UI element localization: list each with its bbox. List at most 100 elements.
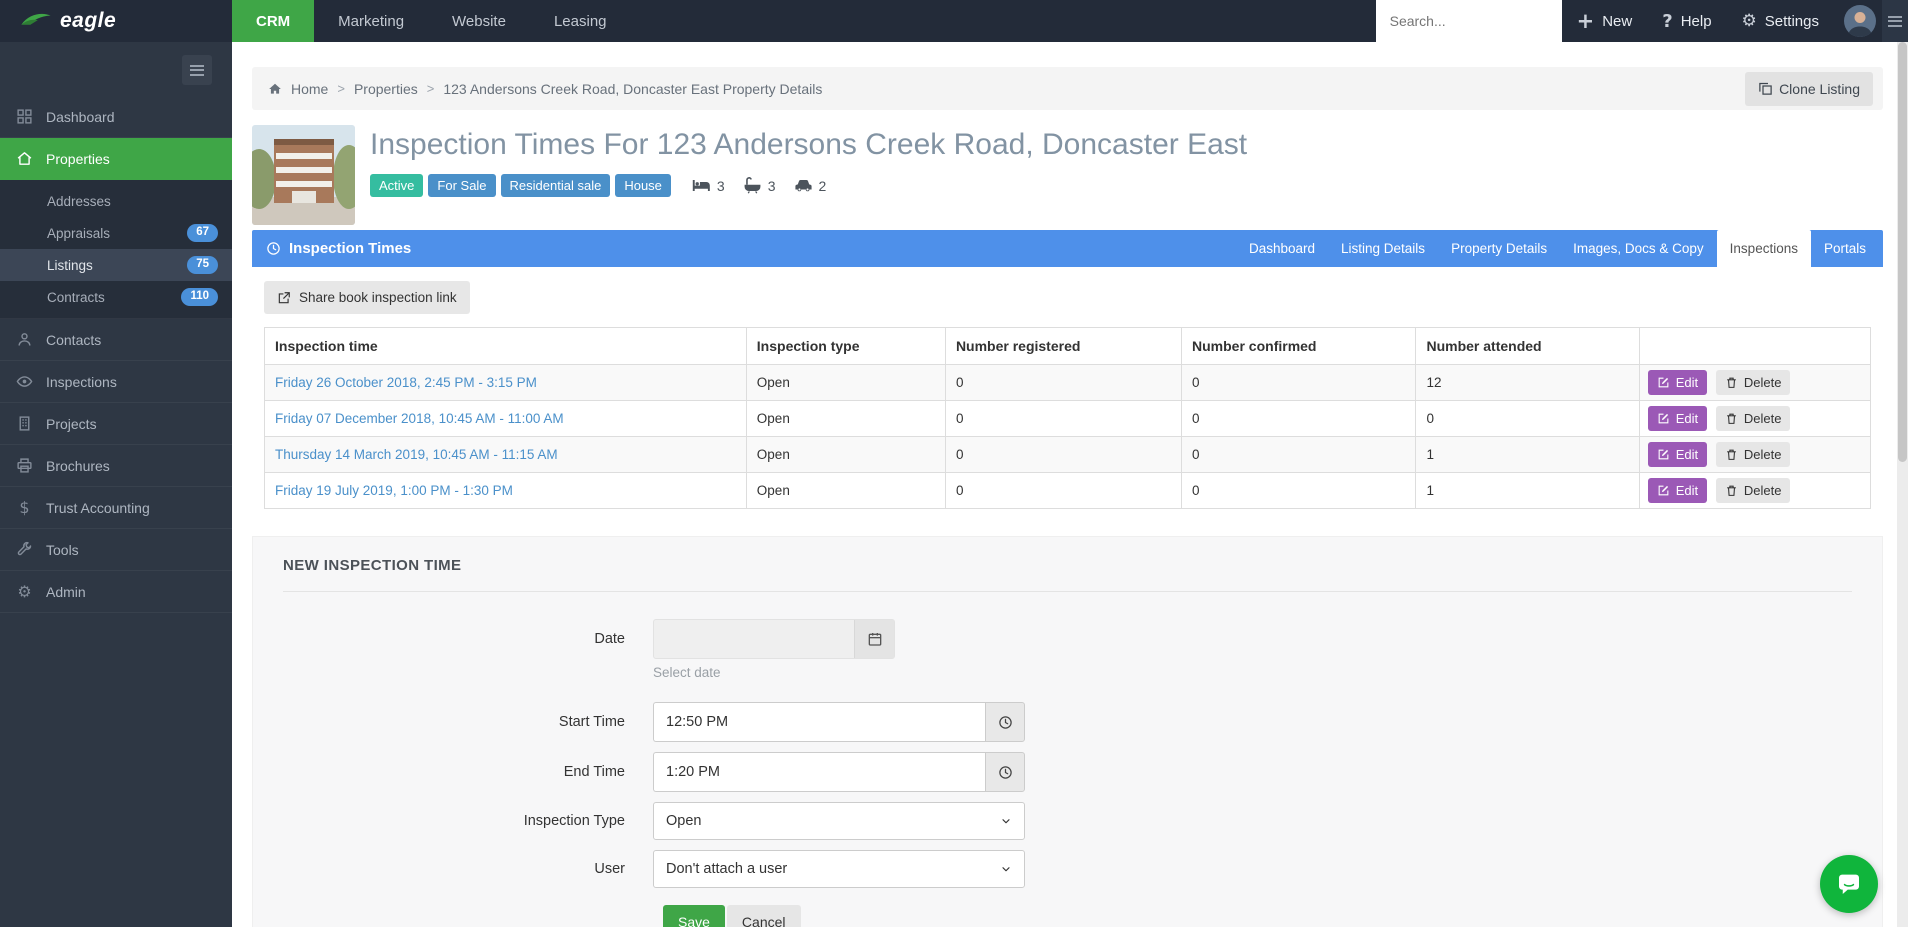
cancel-button[interactable]: Cancel	[727, 905, 801, 927]
inspection-type-select[interactable]: Open	[653, 802, 1025, 840]
breadcrumb-home[interactable]: Home	[268, 81, 328, 97]
beds-stat: 3	[692, 176, 725, 195]
scrollbar-thumb[interactable]	[1898, 42, 1907, 462]
sidebar-collapse-button[interactable]	[182, 55, 212, 85]
panel-title: Inspection Times	[266, 230, 411, 267]
breadcrumb: Home > Properties > 123 Andersons Creek …	[252, 67, 1883, 110]
clone-listing-button[interactable]: Clone Listing	[1745, 72, 1873, 106]
user-label: User	[283, 861, 653, 877]
share-book-inspection-link-button[interactable]: Share book inspection link	[264, 281, 470, 314]
divider	[283, 591, 1852, 592]
tab-listing-details[interactable]: Listing Details	[1328, 230, 1438, 267]
start-time-input[interactable]	[653, 702, 985, 742]
tab-images-docs-copy[interactable]: Images, Docs & Copy	[1560, 230, 1717, 267]
external-link-icon	[277, 291, 291, 305]
navbar-menu-toggle[interactable]	[1882, 0, 1908, 42]
user-avatar[interactable]	[1844, 5, 1876, 37]
sidebar-item-projects[interactable]: Projects	[0, 403, 232, 445]
brand-name: eagle	[60, 9, 116, 33]
sidebar-item-dashboard[interactable]: Dashboard	[0, 96, 232, 138]
delete-button[interactable]: Delete	[1716, 406, 1791, 431]
sidebar-item-appraisals[interactable]: Appraisals 67	[0, 217, 232, 249]
status-badge-residential-sale: Residential sale	[501, 174, 611, 197]
person-icon	[16, 331, 33, 348]
baths-stat: 3	[743, 176, 776, 195]
date-picker-button[interactable]	[854, 620, 894, 658]
new-button[interactable]: + New	[1562, 0, 1648, 42]
sidebar-item-inspections[interactable]: Inspections	[0, 361, 232, 403]
edit-button[interactable]: Edit	[1648, 442, 1707, 467]
chat-bubble-icon	[1834, 869, 1864, 899]
sidebar-item-contracts[interactable]: Contracts 110	[0, 281, 232, 313]
nav-tab-marketing[interactable]: Marketing	[314, 0, 428, 42]
breadcrumb-separator: >	[337, 81, 345, 96]
clock-icon	[998, 715, 1013, 730]
top-navbar: eagle CRM Marketing Website Leasing + Ne…	[0, 0, 1908, 42]
sidebar: Dashboard Properties Addresses Appraisal…	[0, 42, 232, 927]
app-window: eagle CRM Marketing Website Leasing + Ne…	[0, 0, 1908, 927]
inspection-time-link[interactable]: Friday 26 October 2018, 2:45 PM - 3:15 P…	[275, 375, 537, 390]
sidebar-item-tools[interactable]: Tools	[0, 529, 232, 571]
end-time-input[interactable]	[653, 752, 985, 792]
breadcrumb-properties[interactable]: Properties	[354, 81, 418, 97]
question-icon: ?	[1662, 11, 1672, 32]
trash-icon	[1725, 412, 1738, 425]
confirmed-cell: 0	[1182, 473, 1416, 509]
sidebar-item-properties[interactable]: Properties	[0, 138, 232, 180]
user-select[interactable]: Don't attach a user	[653, 850, 1025, 888]
chat-widget-button[interactable]	[1820, 855, 1878, 913]
date-input[interactable]	[653, 619, 895, 659]
nav-tab-website[interactable]: Website	[428, 0, 530, 42]
inspection-time-link[interactable]: Thursday 14 March 2019, 10:45 AM - 11:15…	[275, 447, 558, 462]
tab-portals[interactable]: Portals	[1811, 230, 1879, 267]
header-number-confirmed: Number confirmed	[1182, 328, 1416, 365]
table-row: Friday 19 July 2019, 1:00 PM - 1:30 PM O…	[265, 473, 1871, 509]
table-header-row: Inspection time Inspection type Number r…	[265, 328, 1871, 365]
brand-logo[interactable]: eagle	[0, 0, 232, 42]
inspection-type-cell: Open	[746, 365, 945, 401]
edit-button[interactable]: Edit	[1648, 478, 1707, 503]
nav-tab-leasing[interactable]: Leasing	[530, 0, 631, 42]
end-time-picker-button[interactable]	[985, 752, 1025, 792]
save-button[interactable]: Save	[663, 905, 725, 927]
delete-button[interactable]: Delete	[1716, 370, 1791, 395]
delete-button[interactable]: Delete	[1716, 442, 1791, 467]
inspection-time-link[interactable]: Friday 07 December 2018, 10:45 AM - 11:0…	[275, 411, 564, 426]
help-button[interactable]: ? Help	[1647, 0, 1726, 42]
sidebar-item-brochures[interactable]: Brochures	[0, 445, 232, 487]
tab-dashboard[interactable]: Dashboard	[1236, 230, 1328, 267]
tab-property-details[interactable]: Property Details	[1438, 230, 1560, 267]
sidebar-item-admin[interactable]: ⚙ Admin	[0, 571, 232, 613]
sidebar-item-trust-accounting[interactable]: $ Trust Accounting	[0, 487, 232, 529]
clock-icon	[998, 765, 1013, 780]
start-time-picker-button[interactable]	[985, 702, 1025, 742]
inspection-type-label: Inspection Type	[283, 813, 653, 829]
building-icon	[16, 415, 33, 432]
registered-cell: 0	[945, 401, 1181, 437]
attended-cell: 12	[1416, 365, 1639, 401]
date-label: Date	[283, 631, 653, 647]
edit-button[interactable]: Edit	[1648, 370, 1707, 395]
inspection-type-cell: Open	[746, 401, 945, 437]
end-time-label: End Time	[283, 764, 653, 780]
printer-icon	[16, 457, 33, 474]
delete-button[interactable]: Delete	[1716, 478, 1791, 503]
eagle-logo-icon	[20, 11, 52, 31]
edit-button[interactable]: Edit	[1648, 406, 1707, 431]
property-thumbnail[interactable]	[252, 125, 355, 225]
search-input[interactable]	[1376, 0, 1562, 42]
attended-cell: 1	[1416, 437, 1639, 473]
inspections-table: Inspection time Inspection type Number r…	[264, 327, 1871, 509]
plus-icon: +	[1577, 9, 1595, 33]
date-help-text: Select date	[653, 665, 1852, 680]
nav-tab-crm[interactable]: CRM	[232, 0, 314, 42]
sidebar-item-listings[interactable]: Listings 75	[0, 249, 232, 281]
inspection-time-link[interactable]: Friday 19 July 2019, 1:00 PM - 1:30 PM	[275, 483, 513, 498]
tab-inspections[interactable]: Inspections	[1717, 230, 1811, 267]
table-row: Friday 07 December 2018, 10:45 AM - 11:0…	[265, 401, 1871, 437]
sidebar-item-contacts[interactable]: Contacts	[0, 319, 232, 361]
status-badge-for-sale: For Sale	[428, 174, 495, 197]
new-inspection-form: NEW INSPECTION TIME Date Select date Sta…	[252, 536, 1883, 927]
sidebar-item-addresses[interactable]: Addresses	[0, 185, 232, 217]
settings-button[interactable]: ⚙ Settings	[1727, 0, 1834, 42]
